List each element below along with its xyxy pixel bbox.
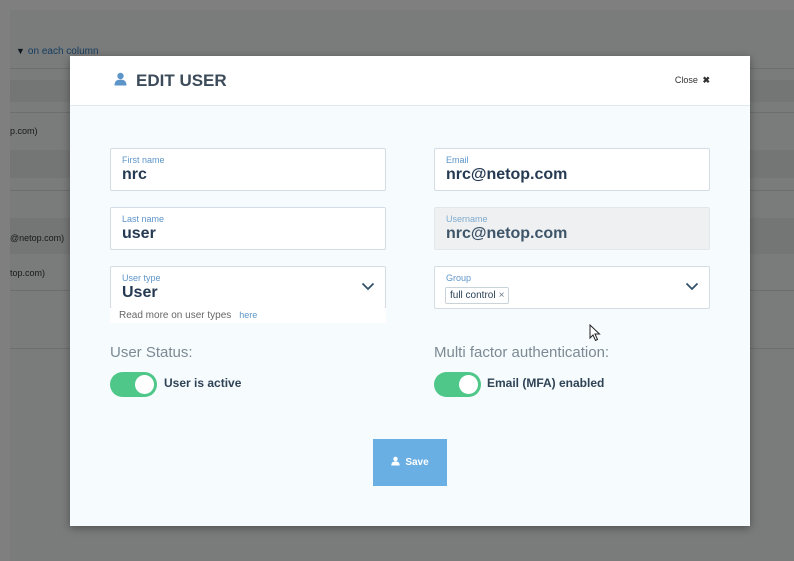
username-label: Username <box>446 214 488 224</box>
email-label: Email <box>446 155 469 165</box>
email-value: nrc@netop.com <box>446 166 568 183</box>
last-name-value: user <box>122 225 156 242</box>
first-name-value: nrc <box>122 166 147 183</box>
group-tag-label: full control <box>450 290 496 301</box>
user-active-toggle[interactable] <box>110 372 157 397</box>
edit-user-modal: EDIT USER Close ✖ First name nrc Email n… <box>70 56 750 526</box>
mfa-label: Email (MFA) enabled <box>487 376 605 390</box>
user-icon <box>391 456 400 469</box>
user-type-label: User type <box>122 273 161 283</box>
modal-title: EDIT USER <box>114 71 227 91</box>
user-status-title: User Status: <box>110 344 193 361</box>
user-type-hint-text: Read more on user types <box>119 310 232 321</box>
close-label: Close <box>674 75 698 85</box>
chevron-down-icon[interactable] <box>685 282 699 291</box>
group-select[interactable]: Group full control × <box>434 266 710 309</box>
mfa-toggle[interactable] <box>434 372 481 397</box>
remove-tag-icon[interactable]: × <box>499 290 505 301</box>
save-button[interactable]: Save <box>373 439 447 486</box>
modal-header: EDIT USER Close ✖ <box>70 56 750 106</box>
first-name-label: First name <box>122 155 165 165</box>
mfa-title: Multi factor authentication: <box>434 344 610 361</box>
group-label: Group <box>446 273 472 283</box>
user-active-label: User is active <box>164 376 242 390</box>
username-value: nrc@netop.com <box>446 225 568 242</box>
first-name-field[interactable]: First name nrc <box>110 148 386 191</box>
user-type-hint: Read more on user types here <box>110 308 386 323</box>
user-type-hint-link[interactable]: here <box>239 310 257 320</box>
chevron-down-icon[interactable] <box>361 282 375 291</box>
group-tag: full control × <box>445 287 510 304</box>
close-icon: ✖ <box>702 75 710 85</box>
save-label: Save <box>405 457 429 468</box>
last-name-field[interactable]: Last name user <box>110 207 386 250</box>
user-type-select[interactable]: User type User <box>110 266 386 309</box>
user-type-value: User <box>122 284 158 301</box>
user-icon <box>114 71 127 91</box>
modal-title-text: EDIT USER <box>136 71 227 90</box>
toggle-knob <box>459 375 478 394</box>
last-name-label: Last name <box>122 214 165 224</box>
username-field: Username nrc@netop.com <box>434 207 710 250</box>
close-button[interactable]: Close ✖ <box>675 75 710 86</box>
email-field[interactable]: Email nrc@netop.com <box>434 148 710 191</box>
toggle-knob <box>135 375 154 394</box>
mouse-cursor-icon <box>589 324 601 342</box>
